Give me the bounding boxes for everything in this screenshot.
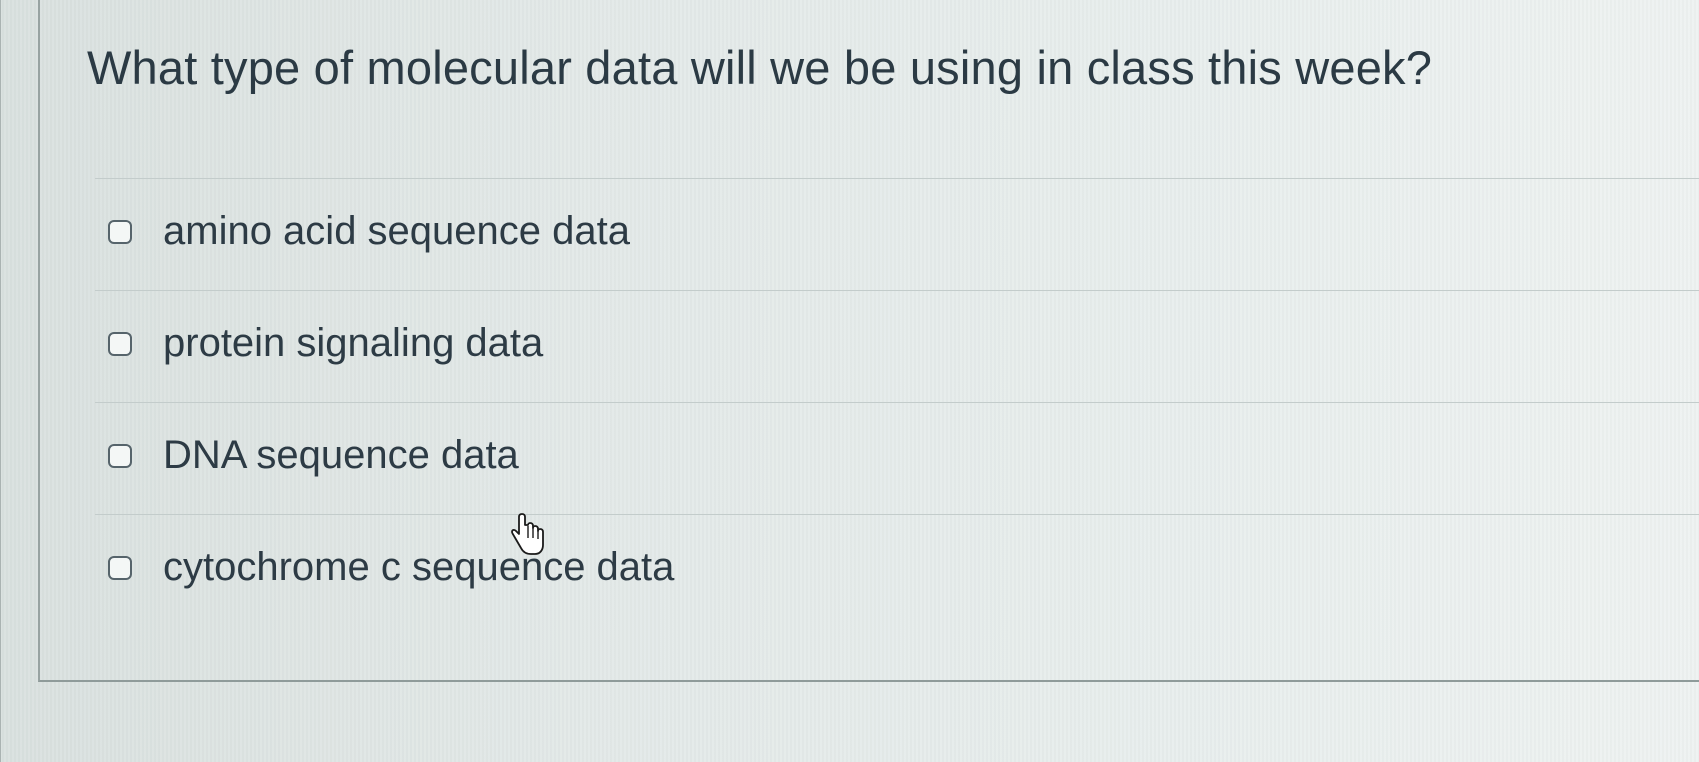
checkbox[interactable] [108,332,132,356]
answer-option-cytochrome-c[interactable]: cytochrome c sequence data [95,514,1699,626]
checkbox[interactable] [108,220,132,244]
hand-pointer-icon [511,513,544,555]
answer-label: DNA sequence data [163,433,519,477]
page-edge [0,0,1,762]
answer-label: amino acid sequence data [163,209,630,253]
checkbox[interactable] [108,556,132,580]
answer-option-amino-acid[interactable]: amino acid sequence data [95,178,1699,290]
answer-option-dna-sequence[interactable]: DNA sequence data [95,402,1699,514]
answer-list: amino acid sequence data protein signali… [95,178,1699,626]
quiz-screen: What type of molecular data will we be u… [0,0,1699,762]
answer-label: cytochrome c sequence data [163,545,675,589]
answer-option-protein-signaling[interactable]: protein signaling data [95,290,1699,402]
question-text: What type of molecular data will we be u… [87,41,1433,94]
checkbox[interactable] [108,444,132,468]
answer-label: protein signaling data [163,321,544,365]
